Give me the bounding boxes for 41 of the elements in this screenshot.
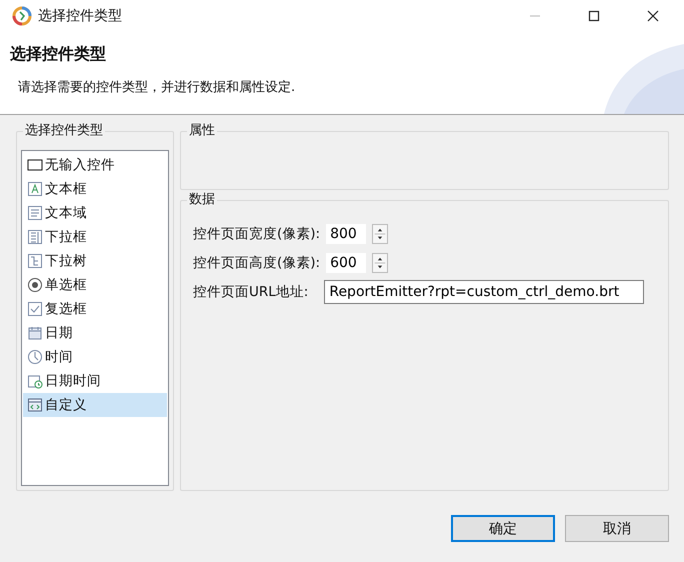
maximize-icon[interactable] (588, 10, 600, 22)
close-icon[interactable] (647, 10, 659, 22)
letter-box-icon (27, 181, 43, 197)
number-field[interactable]: 600 (326, 252, 366, 272)
type-list-item[interactable]: 日期 (23, 321, 167, 345)
type-list-item[interactable]: 复选框 (23, 297, 167, 321)
app-logo-icon (12, 6, 32, 26)
type-list-item[interactable]: 日期时间 (23, 369, 167, 393)
cancel-button[interactable]: 取消 (565, 515, 669, 542)
field-label: 控件页面宽度(像素): (193, 224, 320, 242)
group-label: 数据 (187, 192, 217, 208)
url-field[interactable]: ReportEmitter?rpt=custom_ctrl_demo.brt (324, 280, 644, 304)
calendar-icon (27, 325, 43, 341)
checkbox-icon (27, 301, 43, 317)
type-list-item[interactable]: 下拉框 (23, 225, 167, 249)
type-list-item[interactable]: 下拉树 (23, 249, 167, 273)
ok-button[interactable]: 确定 (451, 515, 555, 542)
text-lines-icon (27, 205, 43, 221)
field-label: 控件页面URL地址: (193, 282, 308, 300)
clock-icon (27, 349, 43, 365)
tree-box-icon (27, 253, 43, 269)
type-list-item[interactable]: 文本域 (23, 201, 167, 225)
type-list-item[interactable]: 无输入控件 (23, 153, 167, 177)
calendar-clock-icon (27, 373, 43, 389)
type-list-item[interactable]: 自定义 (23, 393, 167, 417)
list-grid-icon (27, 229, 43, 245)
dialog-description: 请选择需要的控件类型，并进行数据和属性设定. (18, 78, 296, 96)
rectangle-icon (27, 157, 43, 173)
dialog-heading: 选择控件类型 (10, 44, 107, 65)
field-label: 控件页面高度(像素): (193, 254, 320, 272)
type-list-item[interactable]: 单选框 (23, 273, 167, 297)
spinner-control[interactable] (372, 252, 388, 272)
window-title: 选择控件类型 (38, 6, 122, 25)
type-list-item[interactable]: 文本框 (23, 177, 167, 201)
spinner-control[interactable] (372, 224, 388, 244)
group-label: 选择控件类型 (23, 123, 105, 139)
type-list-item[interactable]: 时间 (23, 345, 167, 369)
radio-icon (27, 277, 43, 293)
group-label: 属性 (187, 123, 217, 139)
code-window-icon (27, 397, 43, 413)
number-field[interactable]: 800 (326, 224, 366, 244)
